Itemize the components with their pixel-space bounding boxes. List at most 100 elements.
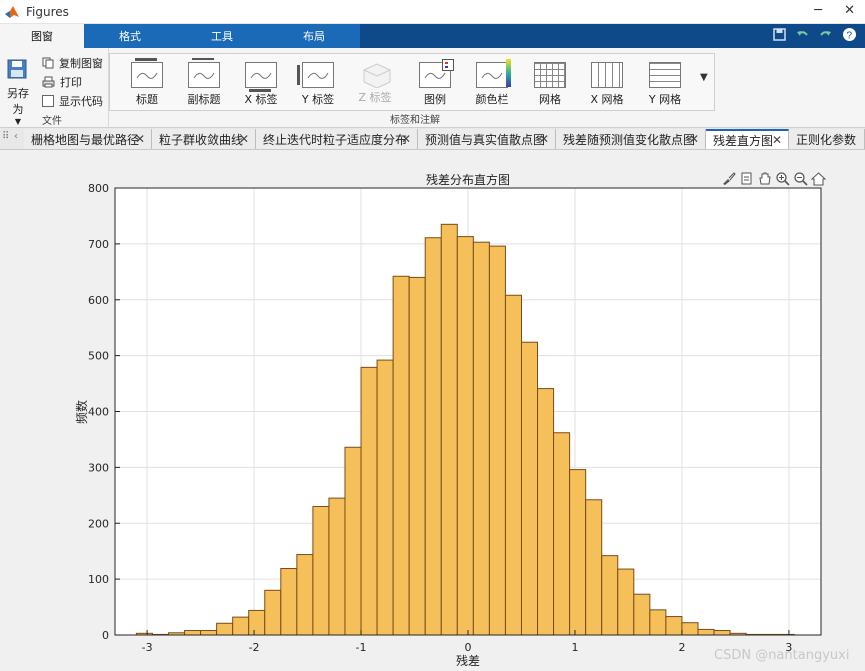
annot-group-label: 标签和注解 (390, 115, 440, 126)
title-button[interactable]: 标题 (120, 58, 174, 107)
copy-icon (42, 57, 54, 68)
file-group: 另存为 ▼ 复制图窗 打印 显示代码 文件 (0, 48, 109, 128)
ylabel-icon (297, 62, 334, 88)
colorbar-button[interactable]: 颜色栏 (465, 58, 519, 107)
histogram-bar (520, 341, 539, 636)
redo-icon[interactable] (819, 28, 832, 41)
histogram-bar (472, 241, 490, 636)
ygrid-icon (649, 62, 681, 88)
doc-tab[interactable]: 预测值与真实值散点图 ✕ (418, 129, 556, 149)
xgrid-icon (591, 62, 623, 88)
toolstrip: 另存为 ▼ 复制图窗 打印 显示代码 文件 标题 副标题 X 标签 Y 标签 Z… (0, 48, 865, 128)
x-tick-label: 2 (678, 641, 685, 654)
grid-icon (534, 62, 566, 88)
window-titlebar: Figures ─ ✕ (0, 0, 865, 24)
home-icon[interactable] (811, 171, 826, 186)
histogram-bar (360, 366, 378, 636)
brush-icon[interactable] (721, 171, 736, 186)
colorbar-icon (476, 59, 511, 88)
copy-figure-button[interactable]: 复制图窗 (42, 53, 103, 72)
doc-tab[interactable]: 正则化参数 (789, 129, 865, 149)
x-tick-label: 1 (571, 641, 578, 654)
tab-tools[interactable]: 工具 (176, 24, 268, 48)
ygrid-button[interactable]: Y 网格 (638, 58, 692, 107)
histogram-bar (344, 446, 362, 636)
doc-tab-active[interactable]: 残差直方图 ✕ (706, 129, 789, 149)
undo-icon[interactable] (796, 28, 809, 41)
close-icon[interactable]: ✕ (844, 3, 855, 18)
minimize-icon[interactable]: ─ (814, 3, 822, 18)
close-tab-icon[interactable]: ✕ (401, 132, 411, 146)
y-tick-label: 500 (88, 350, 109, 363)
histogram-chart[interactable]: -3 -2 -1 0 1 2 30100200300400500600700800 残差分布… (0, 150, 865, 671)
ribbon-more-chevron-icon[interactable]: ▼ (700, 72, 708, 83)
histogram-bar (665, 616, 683, 636)
tab-layout[interactable]: 布局 (268, 24, 360, 48)
xlabel-icon (245, 62, 277, 92)
save-icon[interactable] (773, 28, 786, 41)
histogram-bar (328, 497, 346, 636)
xlabel-button[interactable]: X 标签 (234, 58, 288, 107)
y-tick-label: 600 (88, 294, 109, 307)
close-tab-icon[interactable]: ✕ (539, 132, 549, 146)
x-tick-label: -3 (142, 641, 153, 654)
close-tab-icon[interactable]: ✕ (689, 132, 699, 146)
chart-title: 残差分布直方图 (426, 172, 510, 187)
print-button[interactable]: 打印 (42, 72, 103, 91)
histogram-bar (601, 555, 619, 636)
subtitle-button[interactable]: 副标题 (177, 58, 231, 107)
tab-figure[interactable]: 图窗 (0, 24, 84, 48)
doc-tab[interactable]: 粒子群收敛曲线 ✕ (152, 129, 256, 149)
zoom-in-icon[interactable] (775, 171, 790, 186)
x-tick-label: -1 (356, 641, 367, 654)
y-tick-label: 400 (88, 406, 109, 419)
histogram-bar (488, 245, 506, 636)
zlabel-icon (360, 62, 391, 89)
y-tick-label: 0 (102, 629, 109, 642)
histogram-bar (633, 593, 651, 636)
histogram-bar (649, 609, 667, 636)
ribbon-tabbar: 图窗 格式 工具 布局 ? (0, 24, 865, 48)
close-tab-icon[interactable]: ✕ (772, 133, 782, 147)
legend-button[interactable]: 图例 (408, 58, 462, 107)
histogram-bar (713, 630, 731, 636)
histogram-bar (184, 630, 202, 636)
legend-icon (419, 59, 454, 88)
help-icon[interactable]: ? (842, 27, 857, 42)
histogram-bar (216, 622, 234, 636)
close-tab-icon[interactable]: ✕ (239, 132, 249, 146)
pan-hand-icon[interactable] (757, 171, 772, 186)
y-tick-label: 700 (88, 238, 109, 251)
doc-tab[interactable]: 栅格地图与最优路径 ✕ (24, 129, 152, 149)
tabs-scroll-left-icon[interactable]: ‹ (14, 131, 18, 142)
subtitle-icon (188, 58, 220, 88)
doc-tab[interactable]: 终止迭代时粒子适应度分布 ✕ (256, 129, 418, 149)
ylabel-button[interactable]: Y 标签 (291, 58, 345, 107)
grid-button[interactable]: 网格 (523, 58, 577, 107)
histogram-bar (312, 505, 330, 636)
tabs-menu-icon[interactable]: ⠿ (2, 131, 9, 142)
y-tick-label: 800 (88, 182, 109, 195)
save-as-button[interactable]: 另存为 ▼ (2, 56, 34, 126)
doc-tab[interactable]: 残差随预测值变化散点图 ✕ (556, 129, 706, 149)
datatip-icon[interactable] (739, 171, 754, 186)
histogram-bar (585, 499, 603, 636)
save-as-icon (7, 59, 27, 79)
labels-annotations-group: 标题 副标题 X 标签 Y 标签 Z 标签 图例 颜色栏 网格 X 网格 Y 网… (109, 53, 715, 111)
printer-icon (42, 76, 55, 87)
histogram-bar (408, 276, 426, 636)
xgrid-button[interactable]: X 网格 (580, 58, 634, 107)
x-tick-label: -2 (249, 641, 260, 654)
histogram-bar (440, 223, 458, 636)
histogram-bar (697, 628, 715, 636)
tab-format[interactable]: 格式 (84, 24, 176, 48)
histogram-bar (280, 568, 298, 636)
histogram-bar (232, 616, 250, 636)
show-code-checkbox[interactable]: 显示代码 (42, 91, 103, 110)
zlabel-button[interactable]: Z 标签 (348, 58, 402, 105)
close-tab-icon[interactable]: ✕ (135, 132, 145, 146)
histogram-bar (248, 609, 266, 636)
histogram-bar (569, 469, 587, 636)
histogram-bar (537, 388, 555, 636)
zoom-out-icon[interactable] (793, 171, 808, 186)
